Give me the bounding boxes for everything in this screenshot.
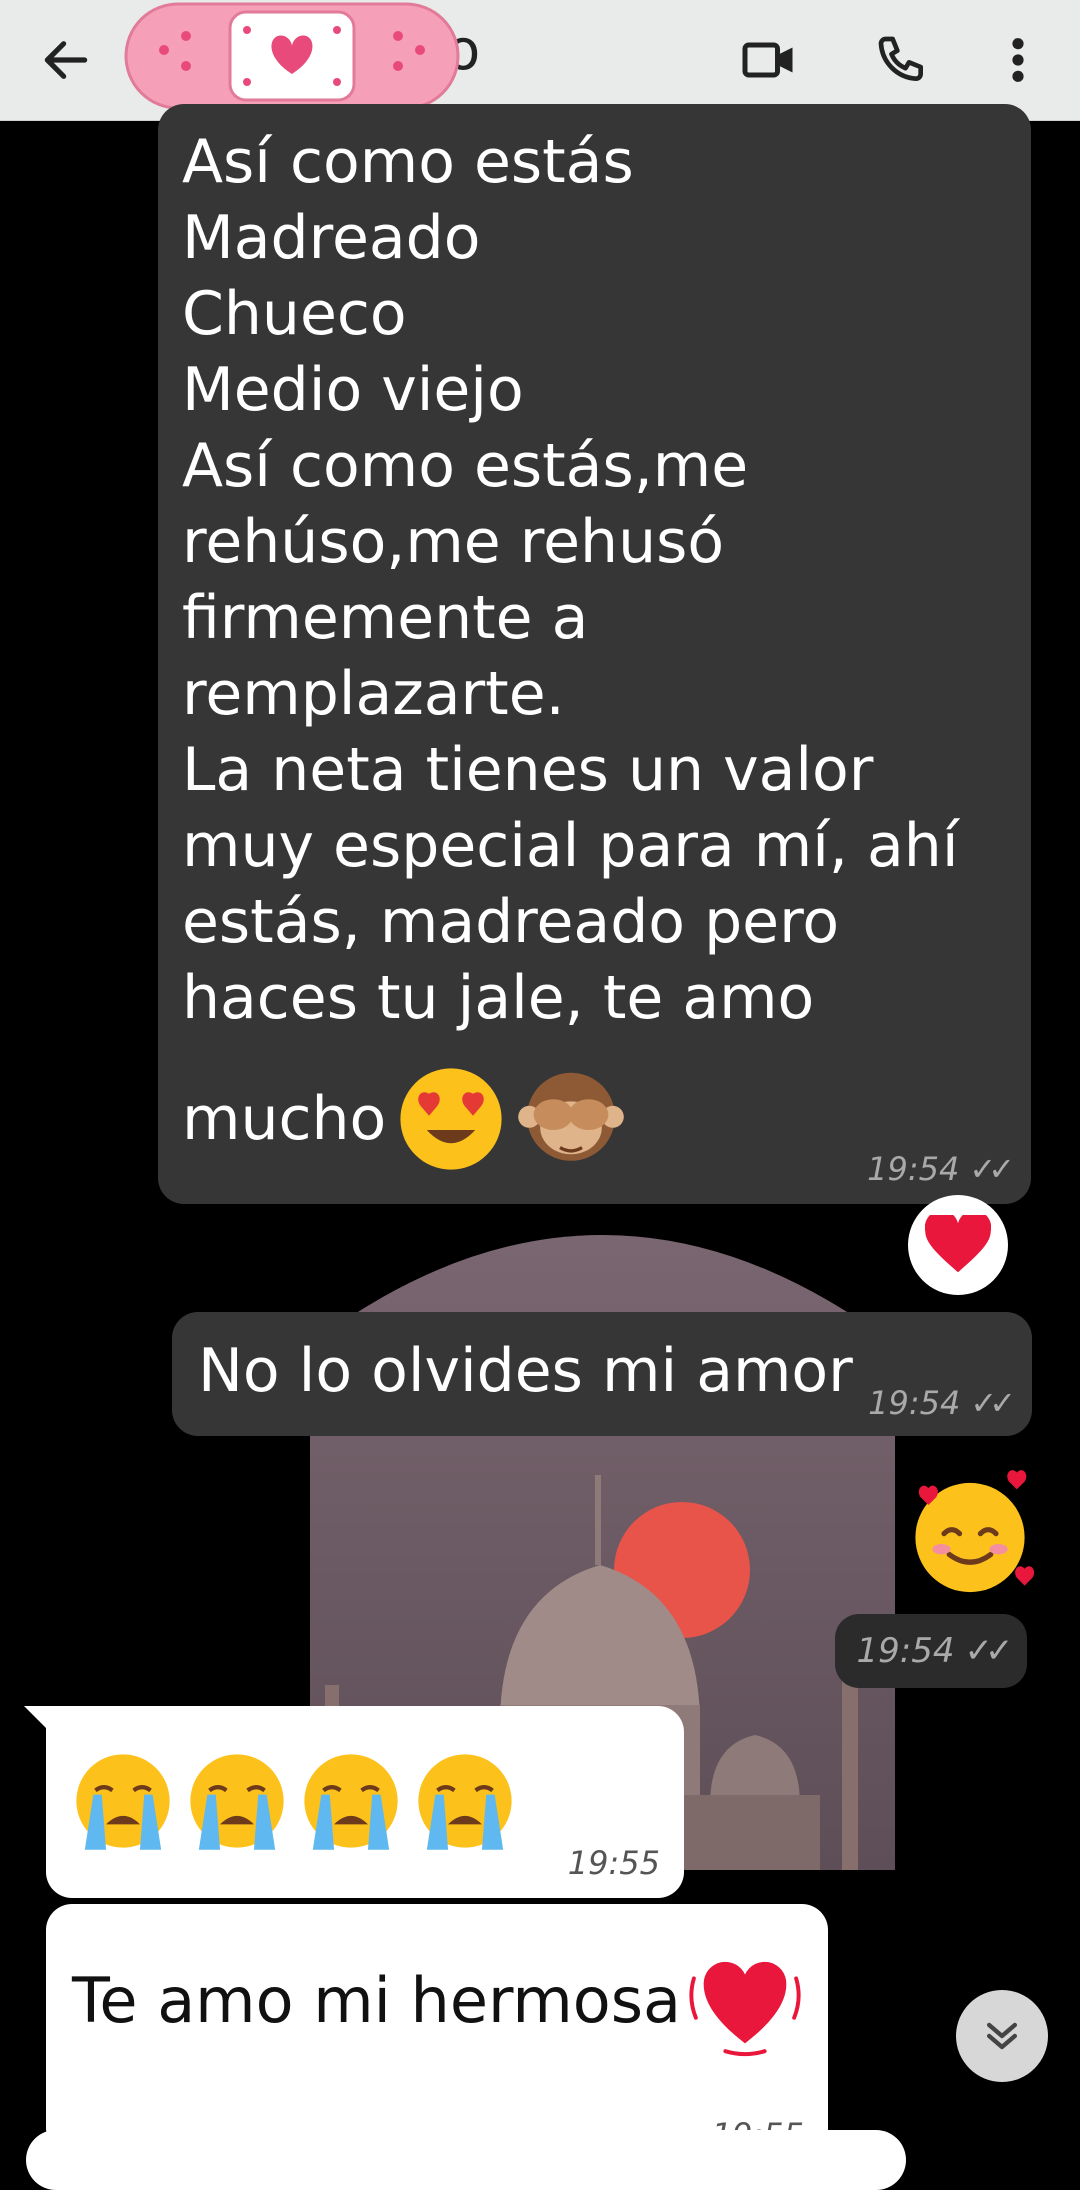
message-timestamp: 19:55 (567, 1844, 660, 1882)
double-chevron-down-icon (986, 2022, 1018, 2050)
read-ticks-icon: ✓✓ (964, 1631, 1014, 1671)
back-button[interactable] (26, 20, 106, 100)
scroll-to-bottom-button[interactable] (956, 1990, 1048, 2082)
message-last-line: mucho (182, 1064, 626, 1174)
message-text-tail: mucho (182, 1084, 387, 1154)
incoming-message-bubble[interactable]: Te amo mi hermosa 19:55 (46, 1904, 828, 2154)
message-timestamp: 19:54 ✓✓ (868, 1384, 1016, 1422)
smiling-face-with-hearts-emoji-icon[interactable] (905, 1466, 1035, 1596)
red-heart-icon (925, 1215, 991, 1273)
read-ticks-icon: ✓✓ (970, 1384, 1016, 1422)
message-timestamp: 19:54 ✓✓ (867, 1150, 1015, 1188)
loudly-crying-face-emoji-icon (304, 1754, 398, 1850)
video-camera-icon (742, 42, 793, 78)
beating-heart-emoji-icon (689, 1961, 801, 2057)
loudly-crying-face-emoji-icon (76, 1754, 170, 1850)
bubble-tail (24, 1706, 52, 1734)
outgoing-message-bubble[interactable]: Así como estás Madreado Chueco Medio vie… (158, 104, 1031, 1204)
message-text: Así como estás Madreado Chueco Medio vie… (182, 127, 959, 1033)
incoming-message-bubble[interactable]: 19:55 (24, 1706, 684, 1898)
timestamp-text: 19:54 (867, 1150, 960, 1188)
next-message-bubble-partial (26, 2130, 906, 2190)
message-text: No lo olvides mi amor (198, 1336, 853, 1406)
loudly-crying-face-emoji-icon (418, 1754, 512, 1850)
chat-header: o (0, 0, 1080, 121)
message-timestamp: 19:54 ✓✓ (835, 1614, 1027, 1688)
read-ticks-icon: ✓✓ (969, 1150, 1015, 1188)
heart-eyes-emoji-icon (400, 1068, 502, 1170)
voice-call-button[interactable] (862, 20, 942, 100)
loudly-crying-face-emoji-icon (190, 1754, 284, 1850)
emoji-row (70, 1748, 518, 1854)
outgoing-message-bubble[interactable]: No lo olvides mi amor 19:54 ✓✓ (172, 1312, 1032, 1436)
video-call-button[interactable] (730, 20, 810, 100)
see-no-evil-monkey-emoji-icon (518, 1072, 625, 1161)
timestamp-text: 19:54 (868, 1384, 961, 1422)
arrow-left-icon (44, 41, 88, 79)
reaction-badge[interactable] (908, 1195, 1008, 1295)
heart-bandage-sticker (124, 2, 460, 110)
message-text: Te amo mi hermosa (72, 1964, 682, 2037)
timestamp-text: 19:54 (856, 1631, 955, 1671)
more-options-button[interactable] (978, 20, 1058, 100)
phone-icon (878, 36, 923, 81)
kebab-menu-icon (1012, 38, 1024, 82)
